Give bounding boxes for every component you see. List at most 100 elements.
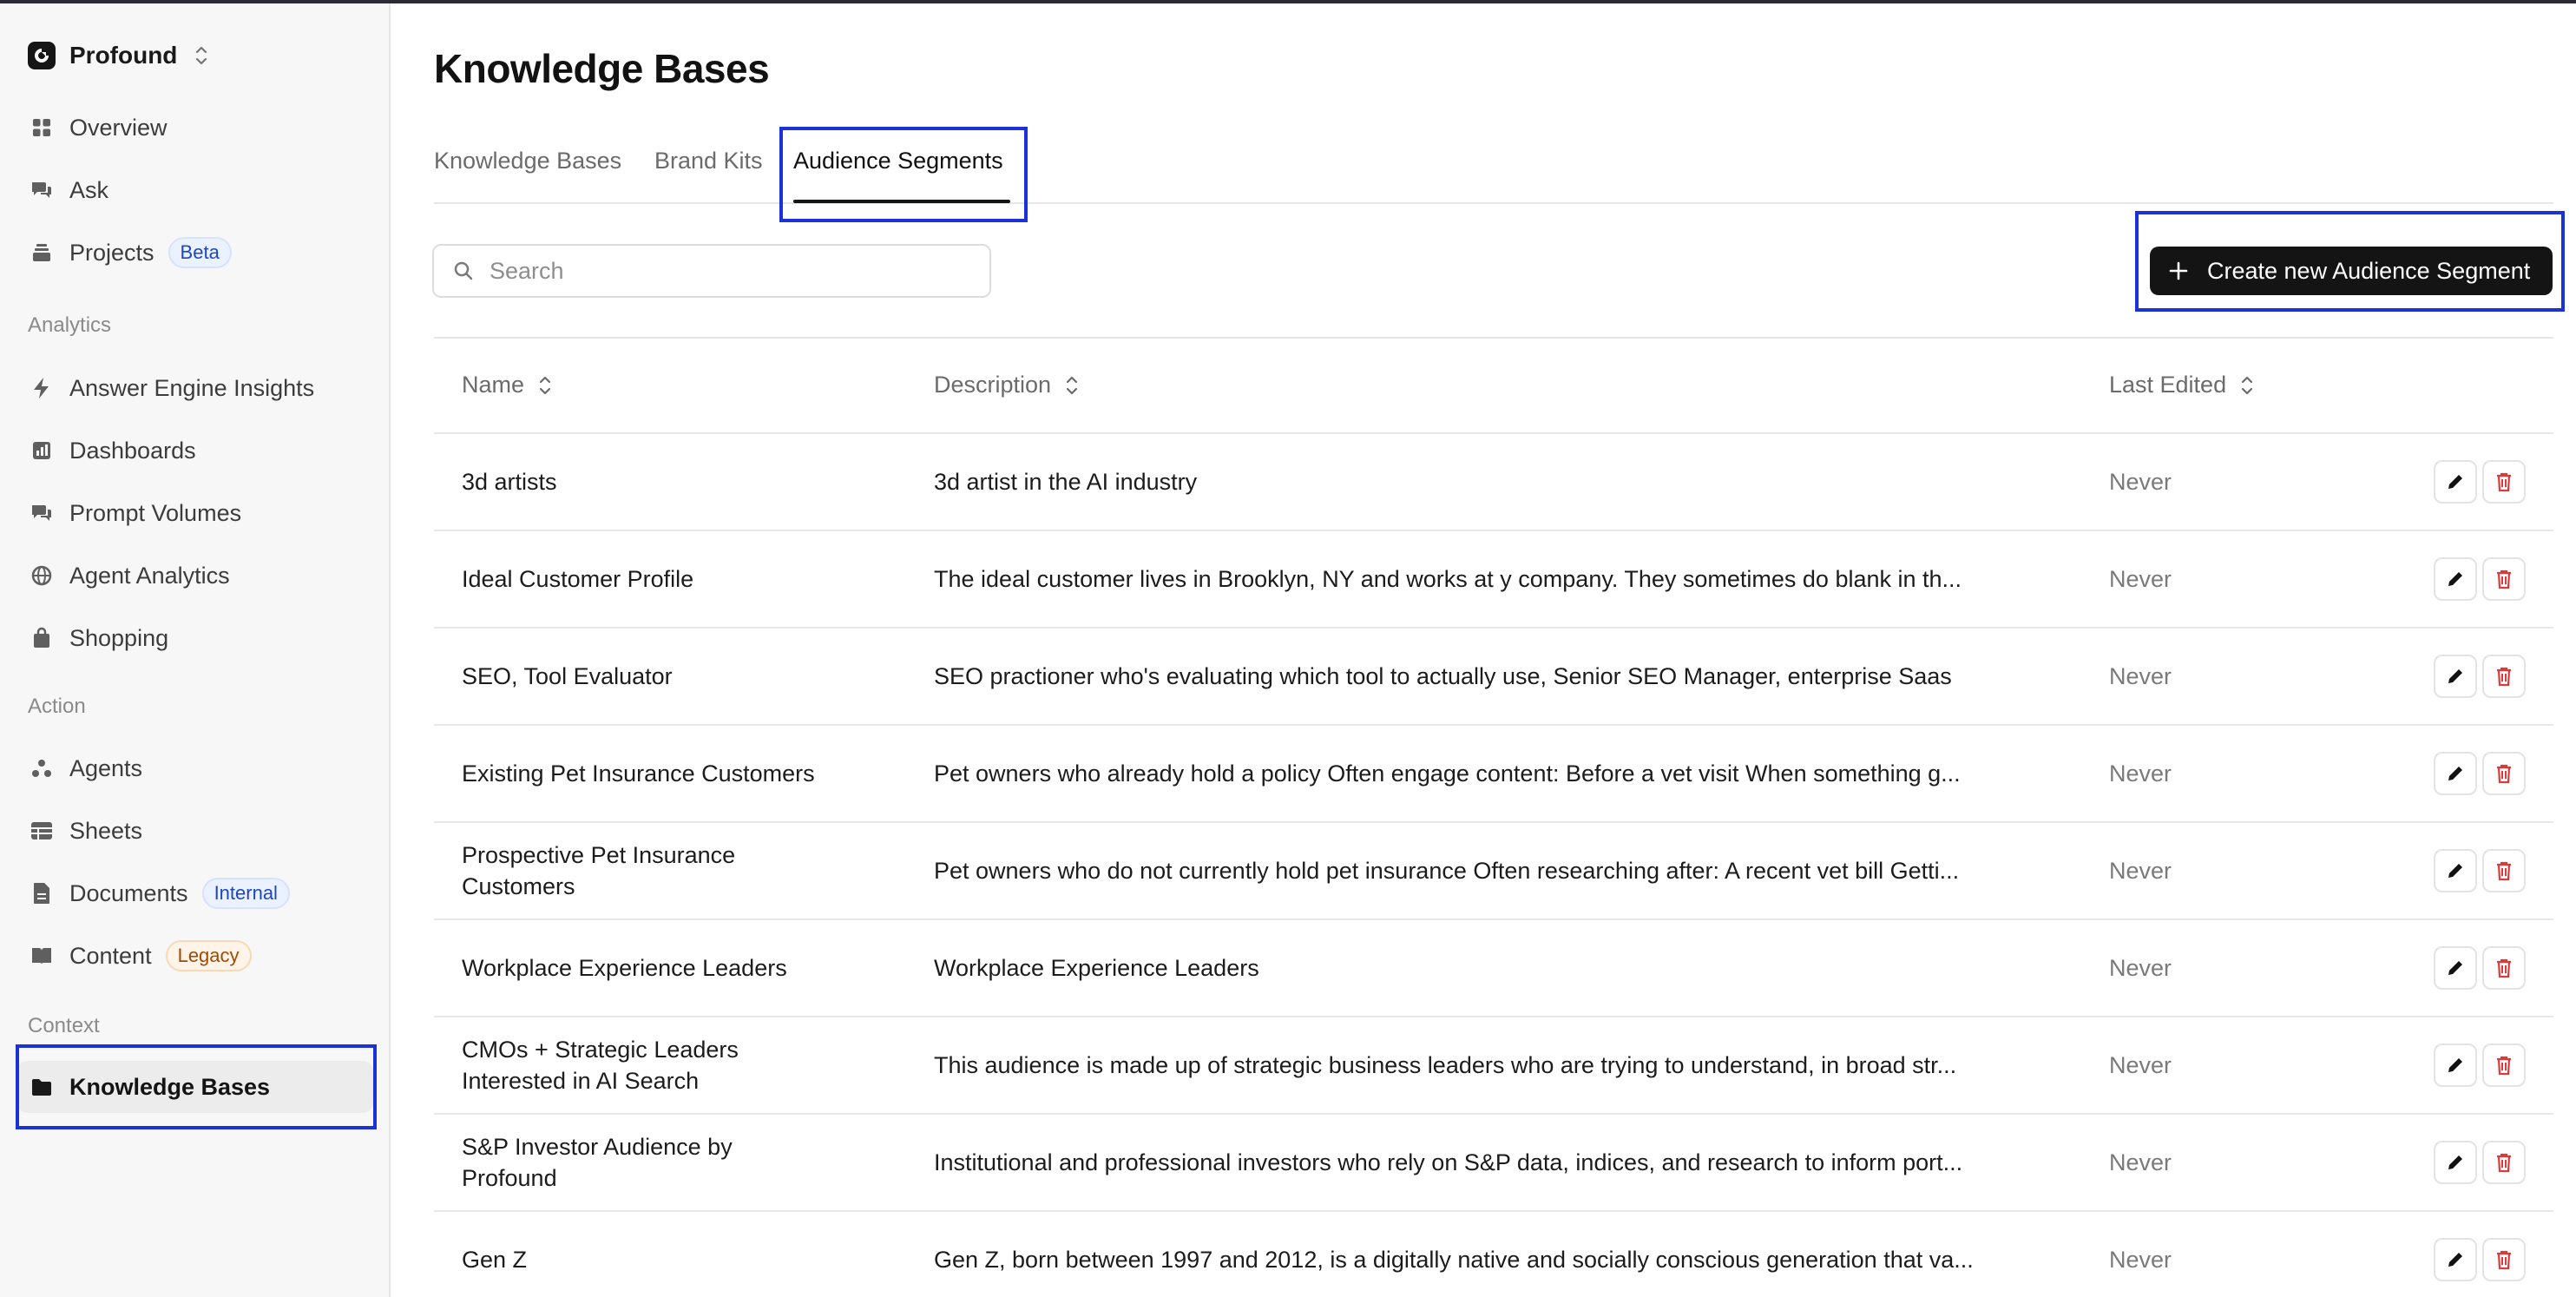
- row-description: Gen Z, born between 1997 and 2012, is a …: [934, 1246, 1974, 1273]
- column-header-label: Last Edited: [2109, 372, 2227, 398]
- org-switcher[interactable]: Profound: [28, 35, 212, 76]
- agents-icon: [28, 754, 56, 782]
- table-row[interactable]: Gen Z Gen Z, born between 1997 and 2012,…: [434, 1212, 2553, 1297]
- row-description: SEO practioner who's evaluating which to…: [934, 662, 1952, 689]
- section-label-analytics: Analytics: [28, 313, 112, 337]
- table-row[interactable]: S&P Investor Audience by Profound Instit…: [434, 1115, 2553, 1212]
- delete-button[interactable]: [2482, 946, 2526, 990]
- search-input[interactable]: [490, 257, 976, 285]
- sidebar-item-label: Agents: [69, 754, 143, 781]
- row-last-edited: Never: [2109, 1051, 2172, 1078]
- row-description: Workplace Experience Leaders: [934, 954, 1259, 981]
- tab-brand-kits[interactable]: Brand Kits: [654, 148, 763, 174]
- delete-button[interactable]: [2482, 752, 2526, 795]
- row-description: Pet owners who do not currently hold pet…: [934, 857, 1960, 884]
- trash-icon: [2497, 861, 2511, 881]
- edit-button[interactable]: [2434, 752, 2477, 795]
- column-header-description[interactable]: Description: [934, 372, 1081, 398]
- delete-button[interactable]: [2482, 655, 2526, 698]
- sidebar-item-sheets[interactable]: Sheets: [17, 805, 373, 857]
- sidebar-item-overview[interactable]: Overview: [17, 102, 373, 154]
- sidebar-item-label: Shopping: [69, 624, 169, 651]
- column-header-name[interactable]: Name: [462, 372, 554, 398]
- chat-bubbles-icon: [28, 499, 56, 527]
- row-last-edited: Never: [2109, 468, 2172, 495]
- row-name: SEO, Tool Evaluator: [462, 663, 673, 689]
- table-row[interactable]: Existing Pet Insurance Customers Pet own…: [434, 726, 2553, 823]
- delete-button[interactable]: [2482, 1238, 2526, 1281]
- delete-button[interactable]: [2482, 460, 2526, 504]
- search-box[interactable]: [432, 244, 991, 298]
- row-last-edited: Never: [2109, 954, 2172, 981]
- sidebar-item-answer-engine-insights[interactable]: Answer Engine Insights: [17, 362, 373, 414]
- edit-button[interactable]: [2434, 655, 2477, 698]
- row-last-edited: Never: [2109, 1149, 2172, 1175]
- tab-knowledge-bases[interactable]: Knowledge Bases: [434, 148, 621, 174]
- table-top-divider: [434, 337, 2553, 339]
- trash-icon: [2497, 1153, 2511, 1173]
- pencil-icon: [2448, 961, 2462, 975]
- edit-button[interactable]: [2434, 849, 2477, 892]
- row-name: Gen Z: [462, 1247, 528, 1273]
- delete-button[interactable]: [2482, 849, 2526, 892]
- sidebar-item-agents[interactable]: Agents: [17, 742, 373, 794]
- search-icon: [451, 259, 476, 283]
- sidebar-item-agent-analytics[interactable]: Agent Analytics: [17, 550, 373, 602]
- table-row[interactable]: Prospective Pet Insurance Customers Pet …: [434, 823, 2553, 920]
- book-icon: [28, 942, 56, 970]
- sidebar-item-label: Ask: [69, 176, 109, 203]
- row-last-edited: Never: [2109, 857, 2172, 884]
- trash-icon: [2497, 569, 2511, 589]
- row-description: This audience is made up of strategic bu…: [934, 1051, 1957, 1078]
- sidebar-item-shopping[interactable]: Shopping: [17, 612, 373, 664]
- legacy-badge: Legacy: [165, 940, 252, 971]
- row-name: CMOs + Strategic Leaders Interested in A…: [462, 1037, 739, 1094]
- row-last-edited: Never: [2109, 760, 2172, 787]
- column-header-label: Description: [934, 372, 1052, 398]
- sidebar-item-label: Dashboards: [69, 437, 196, 464]
- sidebar-item-ask[interactable]: Ask: [17, 164, 373, 216]
- row-description: Institutional and professional investors…: [934, 1149, 1963, 1175]
- edit-button[interactable]: [2434, 460, 2477, 504]
- chevron-up-down-icon[interactable]: [191, 42, 212, 69]
- page-title: Knowledge Bases: [434, 46, 770, 91]
- sidebar-item-prompt-volumes[interactable]: Prompt Volumes: [17, 487, 373, 539]
- trash-icon: [2497, 472, 2511, 492]
- row-last-edited: Never: [2109, 565, 2172, 592]
- table-row[interactable]: Workplace Experience Leaders Workplace E…: [434, 920, 2553, 1017]
- table-row[interactable]: SEO, Tool Evaluator SEO practioner who's…: [434, 629, 2553, 726]
- table-row[interactable]: 3d artists 3d artist in the AI industry …: [434, 434, 2553, 531]
- sidebar-item-label: Projects: [69, 239, 154, 266]
- lightning-icon: [28, 374, 56, 402]
- sidebar-item-documents[interactable]: Documents Internal: [17, 867, 373, 919]
- trash-icon: [2497, 1056, 2511, 1076]
- sidebar-item-dashboards[interactable]: Dashboards: [17, 425, 373, 477]
- document-icon: [28, 879, 56, 907]
- delete-button[interactable]: [2482, 557, 2526, 601]
- edit-button[interactable]: [2434, 1044, 2477, 1087]
- highlight-box-button: [2135, 211, 2565, 312]
- table-row[interactable]: CMOs + Strategic Leaders Interested in A…: [434, 1017, 2553, 1115]
- sort-icon: [536, 372, 554, 398]
- delete-button[interactable]: [2482, 1044, 2526, 1087]
- sidebar-item-projects[interactable]: Projects Beta: [17, 227, 373, 279]
- edit-button[interactable]: [2434, 557, 2477, 601]
- sidebar-item-label: Documents: [69, 879, 188, 906]
- column-header-label: Name: [462, 372, 525, 398]
- sidebar-item-label: Agent Analytics: [69, 562, 230, 589]
- pencil-icon: [2448, 1058, 2462, 1072]
- delete-button[interactable]: [2482, 1141, 2526, 1184]
- trash-icon: [2497, 667, 2511, 687]
- column-header-last-edited[interactable]: Last Edited: [2109, 372, 2256, 398]
- table-row[interactable]: Ideal Customer Profile The ideal custome…: [434, 531, 2553, 629]
- row-description: Pet owners who already hold a policy Oft…: [934, 760, 1961, 787]
- edit-button[interactable]: [2434, 1238, 2477, 1281]
- highlight-box-tab: [779, 127, 1028, 222]
- beta-badge: Beta: [168, 237, 232, 268]
- sidebar-item-content[interactable]: Content Legacy: [17, 930, 373, 982]
- stack-icon: [28, 239, 56, 267]
- pencil-icon: [2448, 1155, 2462, 1169]
- edit-button[interactable]: [2434, 1141, 2477, 1184]
- tabs-divider: [434, 202, 2553, 204]
- edit-button[interactable]: [2434, 946, 2477, 990]
